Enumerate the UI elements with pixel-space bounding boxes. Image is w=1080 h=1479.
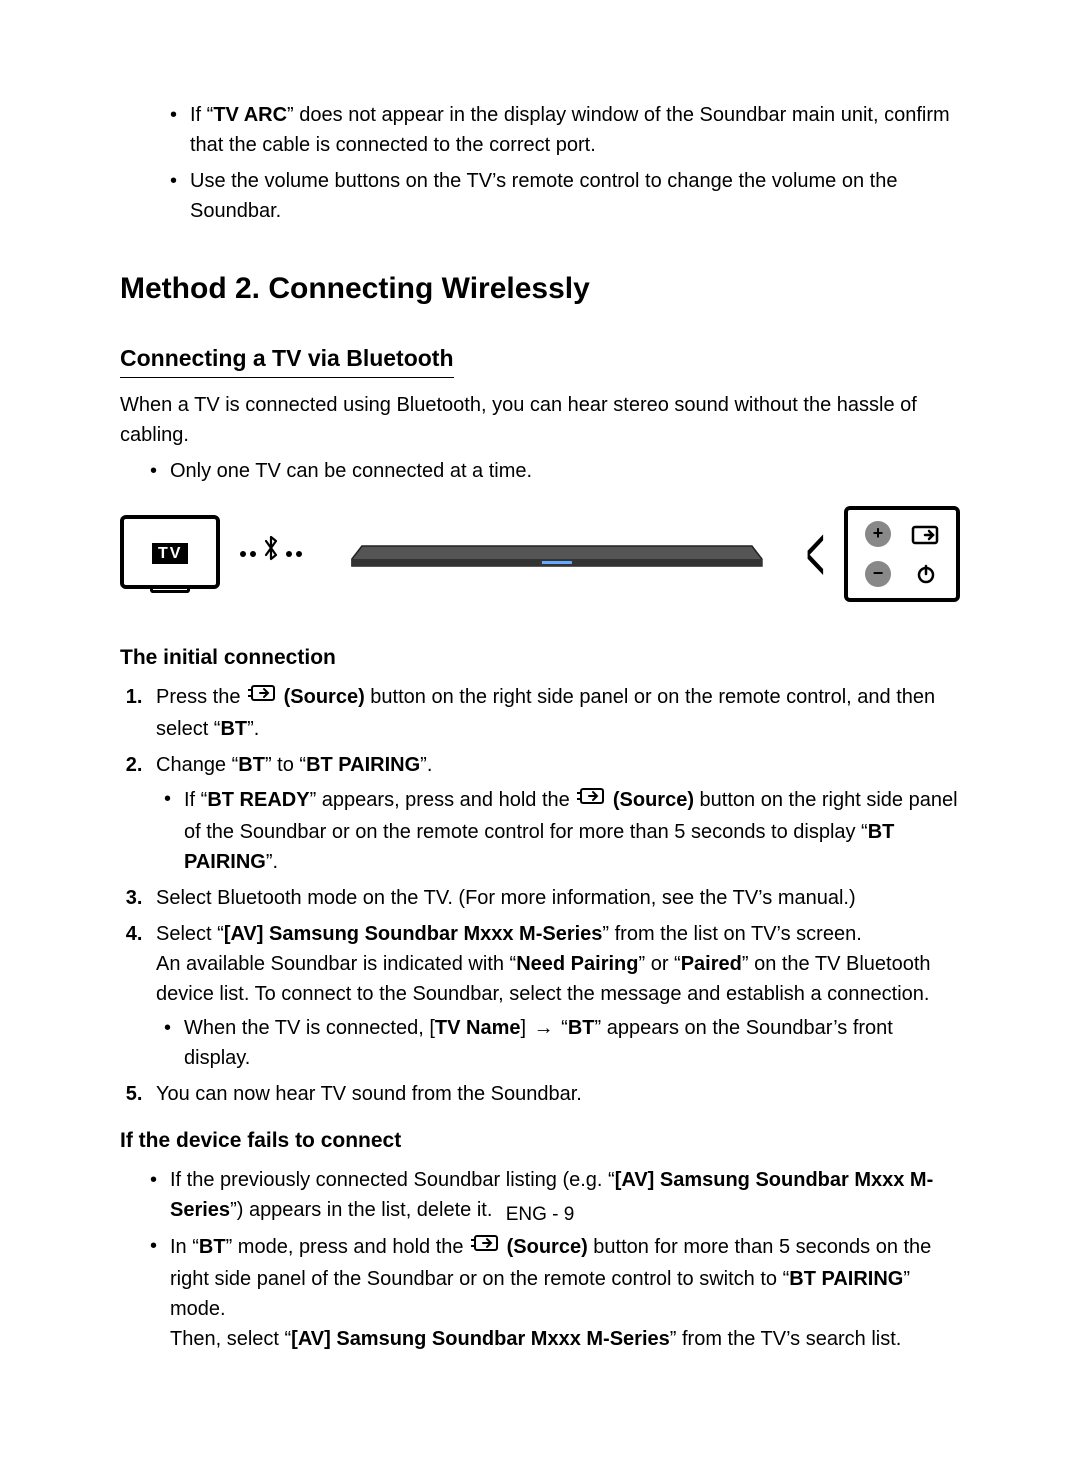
step-4-sub: When the TV is connected, [TV Name] → “B… xyxy=(164,1013,960,1073)
soundbar-graphic xyxy=(322,534,792,574)
initial-connection-steps: Press the (Source) button on the right s… xyxy=(148,681,960,1109)
step-4: Select “[AV] Samsung Soundbar Mxxx M-Ser… xyxy=(148,919,960,1073)
bluetooth-heading: Connecting a TV via Bluetooth xyxy=(120,341,454,378)
fail-list: If the previously connected Soundbar lis… xyxy=(150,1165,960,1354)
step-1: Press the (Source) button on the right s… xyxy=(148,681,960,744)
bluetooth-signal xyxy=(240,534,302,573)
fail-heading: If the device fails to connect xyxy=(120,1125,960,1157)
page-footer: ENG - 9 xyxy=(0,1201,1080,1230)
source-panel-icon xyxy=(906,518,946,550)
source-icon xyxy=(471,1231,499,1261)
step-3: Select Bluetooth mode on the TV. (For mo… xyxy=(148,883,960,913)
arrow-icon: → xyxy=(534,1017,554,1039)
volume-down-icon: − xyxy=(858,558,898,590)
step-2-sub: If “BT READY” appears, press and hold th… xyxy=(164,784,960,877)
bluetooth-icon xyxy=(262,534,280,573)
source-icon xyxy=(577,784,605,814)
note-volume: Use the volume buttons on the TV’s remot… xyxy=(170,166,960,226)
fail-2: In “BT” mode, press and hold the (Source… xyxy=(150,1231,960,1354)
connection-diagram: TV < + − xyxy=(120,506,960,602)
power-icon xyxy=(906,558,946,590)
step-2: Change “BT” to “BT PAIRING”. If “BT READ… xyxy=(148,750,960,877)
source-icon xyxy=(248,681,276,711)
method-2-heading: Method 2. Connecting Wirelessly xyxy=(120,266,960,311)
bluetooth-note: Only one TV can be connected at a time. xyxy=(150,456,960,486)
step-5: You can now hear TV sound from the Sound… xyxy=(148,1079,960,1109)
top-notes-list: If “TV ARC” does not appear in the displ… xyxy=(170,100,960,226)
bracket-icon: < xyxy=(806,526,825,582)
initial-connection-heading: The initial connection xyxy=(120,642,960,674)
volume-up-icon: + xyxy=(858,518,898,550)
side-panel-graphic: + − xyxy=(844,506,960,602)
tv-graphic: TV xyxy=(120,515,220,593)
bluetooth-intro: When a TV is connected using Bluetooth, … xyxy=(120,390,960,450)
note-arc: If “TV ARC” does not appear in the displ… xyxy=(170,100,960,160)
